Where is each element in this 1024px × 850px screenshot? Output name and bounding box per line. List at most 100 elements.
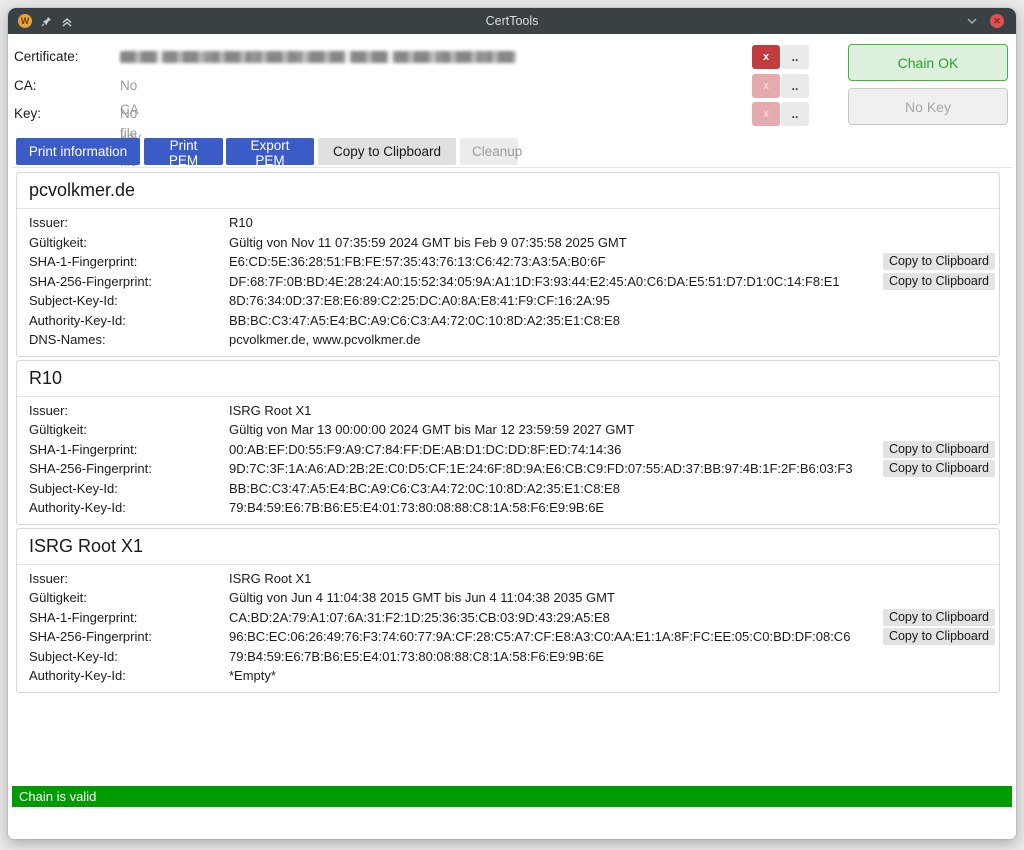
cert-field-label: Gültigkeit:: [29, 422, 229, 437]
chevron-down-icon[interactable]: [966, 17, 978, 25]
copy-to-clipboard-button[interactable]: Copy to Clipboard: [883, 609, 995, 626]
cert-row: SHA-1-Fingerprint:CA:BD:2A:79:A1:07:6A:3…: [29, 608, 995, 628]
cert-row: SHA-1-Fingerprint:E6:CD:5E:36:28:51:FB:F…: [29, 252, 995, 272]
cert-field-value: 79:B4:59:E6:7B:B6:E5:E4:01:73:80:08:88:C…: [229, 500, 995, 515]
cert-field-label: Authority-Key-Id:: [29, 500, 229, 515]
cert-field-label: Authority-Key-Id:: [29, 668, 229, 683]
ca-browse-button[interactable]: ..: [781, 74, 809, 98]
print-information-button[interactable]: Print information: [16, 138, 140, 165]
cert-row: Issuer:ISRG Root X1: [29, 569, 995, 589]
cert-title: ISRG Root X1: [29, 534, 987, 559]
copy-to-clipboard-button[interactable]: Copy to Clipboard: [883, 441, 995, 458]
cert-row: Issuer:R10: [29, 213, 995, 233]
cert-row: SHA-256-Fingerprint:9D:7C:3F:1A:A6:AD:2B…: [29, 459, 995, 479]
no-key-button[interactable]: No Key: [848, 88, 1008, 125]
cert-title-divider: [17, 396, 999, 397]
cert-title: R10: [29, 366, 987, 391]
cert-field-label: Gültigkeit:: [29, 590, 229, 605]
cert-field-value: Gültig von Jun 4 11:04:38 2015 GMT bis J…: [229, 590, 995, 605]
cert-row: Gültigkeit:Gültig von Nov 11 07:35:59 20…: [29, 233, 995, 253]
certificate-clear-button[interactable]: x: [752, 45, 780, 69]
cert-row: Authority-Key-Id:BB:BC:C3:47:A5:E4:BC:A9…: [29, 311, 995, 331]
window-title: CertTools: [8, 8, 1016, 34]
cert-title-divider: [17, 208, 999, 209]
ca-clear-button[interactable]: x: [752, 74, 780, 98]
cert-field-label: Issuer:: [29, 571, 229, 586]
cert-field-label: Issuer:: [29, 403, 229, 418]
cert-title-divider: [17, 564, 999, 565]
cert-row: Subject-Key-Id:BB:BC:C3:47:A5:E4:BC:A9:C…: [29, 479, 995, 499]
cert-title: pcvolkmer.de: [29, 178, 987, 203]
cert-row: Authority-Key-Id:79:B4:59:E6:7B:B6:E5:E4…: [29, 498, 995, 518]
cert-field-label: SHA-256-Fingerprint:: [29, 461, 229, 476]
cert-field-value: 00:AB:EF:D0:55:F9:A9:C7:84:FF:DE:AB:D1:D…: [229, 442, 883, 457]
cert-rows: Issuer:ISRG Root X1Gültigkeit:Gültig von…: [17, 401, 999, 518]
cert-field-value: Gültig von Nov 11 07:35:59 2024 GMT bis …: [229, 235, 995, 250]
cert-list: pcvolkmer.de Issuer:R10Gültigkeit:Gültig…: [16, 172, 1000, 696]
cert-field-label: Subject-Key-Id:: [29, 293, 229, 308]
cert-field-label: SHA-1-Fingerprint:: [29, 254, 229, 269]
cert-field-label: SHA-1-Fingerprint:: [29, 610, 229, 625]
key-browse-button[interactable]: ..: [781, 102, 809, 126]
cert-field-value: 79:B4:59:E6:7B:B6:E5:E4:01:73:80:08:88:C…: [229, 649, 995, 664]
ca-label: CA:: [14, 74, 37, 98]
cert-field-value: ISRG Root X1: [229, 403, 995, 418]
copy-to-clipboard-button[interactable]: Copy to Clipboard: [883, 628, 995, 645]
cert-rows: Issuer:ISRG Root X1Gültigkeit:Gültig von…: [17, 569, 999, 686]
toolbar-separator: [12, 167, 1012, 168]
print-pem-button[interactable]: Print PEM: [144, 138, 223, 165]
certificate-browse-button[interactable]: ..: [781, 45, 809, 69]
cert-field-value: 9D:7C:3F:1A:A6:AD:2B:2E:C0:D5:CF:1E:24:6…: [229, 461, 883, 476]
cert-field-label: SHA-256-Fingerprint:: [29, 629, 229, 644]
cert-field-value: ISRG Root X1: [229, 571, 995, 586]
cert-row: Gültigkeit:Gültig von Mar 13 00:00:00 20…: [29, 420, 995, 440]
key-label: Key:: [14, 102, 41, 126]
cert-row: SHA-1-Fingerprint:00:AB:EF:D0:55:F9:A9:C…: [29, 440, 995, 460]
chain-ok-button[interactable]: Chain OK: [848, 44, 1008, 81]
cert-field-value: 96:BC:EC:06:26:49:76:F3:74:60:77:9A:CF:2…: [229, 629, 883, 644]
cert-field-value: CA:BD:2A:79:A1:07:6A:31:F2:1D:25:36:35:C…: [229, 610, 883, 625]
cert-row: Subject-Key-Id:8D:76:34:0D:37:E8:E6:89:C…: [29, 291, 995, 311]
cert-field-value: BB:BC:C3:47:A5:E4:BC:A9:C6:C3:A4:72:0C:1…: [229, 481, 995, 496]
copy-to-clipboard-toolbar-button[interactable]: Copy to Clipboard: [318, 138, 456, 165]
cert-field-value: Gültig von Mar 13 00:00:00 2024 GMT bis …: [229, 422, 995, 437]
cert-field-label: Authority-Key-Id:: [29, 313, 229, 328]
cert-field-value: E6:CD:5E:36:28:51:FB:FE:57:35:43:76:13:C…: [229, 254, 883, 269]
key-clear-button[interactable]: x: [752, 102, 780, 126]
export-pem-button[interactable]: Export PEM: [226, 138, 314, 165]
cert-row: SHA-256-Fingerprint:96:BC:EC:06:26:49:76…: [29, 627, 995, 647]
certificate-card: pcvolkmer.de Issuer:R10Gültigkeit:Gültig…: [16, 172, 1000, 357]
cert-row: Subject-Key-Id:79:B4:59:E6:7B:B6:E5:E4:0…: [29, 647, 995, 667]
cert-rows: Issuer:R10Gültigkeit:Gültig von Nov 11 0…: [17, 213, 999, 350]
certtools-window: W CertTools ✕ Certificate: x .. CA: No C…: [8, 8, 1016, 839]
cert-field-label: Subject-Key-Id:: [29, 481, 229, 496]
titlebar: W CertTools ✕: [8, 8, 1016, 34]
cert-field-value: pcvolkmer.de, www.pcvolkmer.de: [229, 332, 995, 347]
cert-field-label: SHA-1-Fingerprint:: [29, 442, 229, 457]
cert-field-label: DNS-Names:: [29, 332, 229, 347]
cert-field-label: Subject-Key-Id:: [29, 649, 229, 664]
cert-field-value: BB:BC:C3:47:A5:E4:BC:A9:C6:C3:A4:72:0C:1…: [229, 313, 995, 328]
cert-row: SHA-256-Fingerprint:DF:68:7F:0B:BD:4E:28…: [29, 272, 995, 292]
certificate-path-masked: [120, 51, 516, 63]
cert-row: Gültigkeit:Gültig von Jun 4 11:04:38 201…: [29, 588, 995, 608]
certificate-card: R10 Issuer:ISRG Root X1Gültigkeit:Gültig…: [16, 360, 1000, 525]
cert-field-label: SHA-256-Fingerprint:: [29, 274, 229, 289]
cert-field-value: 8D:76:34:0D:37:E8:E6:89:C2:25:DC:A0:8A:E…: [229, 293, 995, 308]
cert-row: Issuer:ISRG Root X1: [29, 401, 995, 421]
certificate-label: Certificate:: [14, 45, 79, 69]
cleanup-button[interactable]: Cleanup: [460, 138, 518, 165]
cert-field-value: DF:68:7F:0B:BD:4E:28:24:A0:15:52:34:05:9…: [229, 274, 883, 289]
cert-field-value: *Empty*: [229, 668, 995, 683]
close-icon[interactable]: ✕: [990, 14, 1004, 28]
cert-field-label: Gültigkeit:: [29, 235, 229, 250]
certificate-card: ISRG Root X1 Issuer:ISRG Root X1Gültigke…: [16, 528, 1000, 693]
cert-row: Authority-Key-Id:*Empty*: [29, 666, 995, 686]
cert-field-label: Issuer:: [29, 215, 229, 230]
copy-to-clipboard-button[interactable]: Copy to Clipboard: [883, 460, 995, 477]
copy-to-clipboard-button[interactable]: Copy to Clipboard: [883, 273, 995, 290]
cert-field-value: R10: [229, 215, 995, 230]
copy-to-clipboard-button[interactable]: Copy to Clipboard: [883, 253, 995, 270]
cert-row: DNS-Names:pcvolkmer.de, www.pcvolkmer.de: [29, 330, 995, 350]
status-bar: Chain is valid: [12, 786, 1012, 807]
